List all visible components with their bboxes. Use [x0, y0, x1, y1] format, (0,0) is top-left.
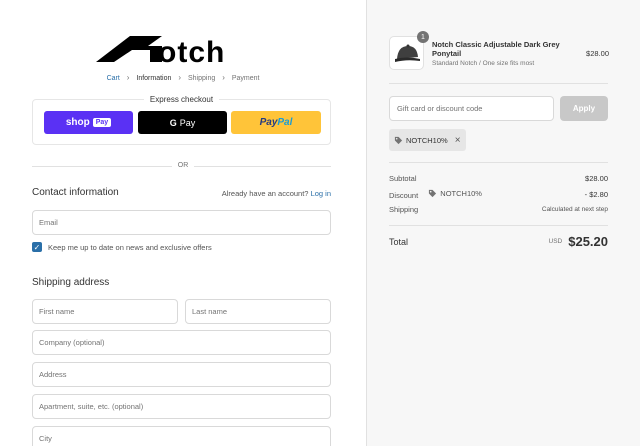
chevron-right-icon: ›: [222, 73, 225, 82]
first-name-placeholder: First name: [39, 307, 75, 316]
contact-information-title: Contact information: [32, 187, 119, 198]
email-field[interactable]: Email: [32, 210, 331, 235]
shipping-value: Calculated at next step: [541, 206, 608, 213]
breadcrumb-payment: Payment: [231, 75, 260, 82]
paypal-label-b: Pal: [277, 117, 293, 128]
tag-icon: [394, 136, 403, 144]
applied-discount-chip: NOTCH10% ×: [389, 129, 466, 151]
apartment-field[interactable]: Apartment, suite, etc. (optional): [32, 394, 331, 419]
company-placeholder: Company (optional): [39, 338, 105, 347]
shipping-row: Shipping Calculated at next step: [389, 205, 608, 214]
city-placeholder: City: [39, 434, 52, 443]
express-checkout: Express checkout shop Pay G Pay Pay Pal: [32, 95, 331, 145]
svg-text:otch: otch: [158, 36, 225, 66]
notch-logo: otch: [96, 36, 225, 66]
checkmark-icon[interactable]: ✓: [32, 242, 42, 252]
address-placeholder: Address: [39, 370, 67, 379]
total-amount: $25.20: [568, 234, 608, 249]
summary-divider: [389, 83, 608, 84]
newsletter-label: Keep me up to date on news and exclusive…: [48, 242, 212, 252]
breadcrumb: Cart › Information › Shipping › Payment: [0, 73, 366, 82]
applied-code: NOTCH10%: [406, 135, 448, 145]
address-field[interactable]: Address: [32, 362, 331, 387]
apartment-placeholder: Apartment, suite, etc. (optional): [39, 402, 144, 411]
discount-code-input[interactable]: Gift card or discount code: [389, 96, 554, 121]
tag-icon: [429, 189, 437, 198]
account-prompt-text: Already have an account?: [221, 189, 309, 198]
paypal-label-a: Pay: [259, 117, 278, 128]
email-placeholder: Email: [39, 218, 58, 227]
shop-pay-button[interactable]: shop Pay: [44, 111, 133, 134]
breadcrumb-information: Information: [136, 75, 172, 82]
breadcrumb-shipping: Shipping: [187, 75, 216, 82]
summary-divider: [389, 162, 608, 163]
chevron-right-icon: ›: [178, 73, 182, 82]
or-label: OR: [171, 162, 195, 169]
remove-discount-close-icon[interactable]: ×: [455, 135, 461, 146]
product-variant: Standard Notch / One size fits most: [432, 60, 535, 67]
google-pay-button[interactable]: G Pay: [138, 111, 227, 134]
total-row: Total USD $25.20: [389, 234, 608, 249]
shipping-label: Shipping: [389, 205, 419, 214]
last-name-placeholder: Last name: [192, 307, 228, 316]
subtotal-label: Subtotal: [389, 174, 417, 183]
google-icon: G: [169, 117, 177, 128]
first-name-field[interactable]: First name: [32, 299, 178, 324]
discount-code: NOTCH10%: [440, 189, 482, 198]
total-label: Total: [389, 236, 409, 247]
last-name-field[interactable]: Last name: [185, 299, 331, 324]
apply-button[interactable]: Apply: [560, 96, 608, 121]
login-link[interactable]: Log in: [311, 189, 331, 198]
subtotal-row: Subtotal $28.00: [389, 174, 608, 183]
newsletter-option[interactable]: ✓ Keep me up to date on news and exclusi…: [32, 242, 212, 252]
discount-label: Discount: [389, 191, 419, 200]
account-prompt: Already have an account? Log in: [222, 189, 331, 198]
cart-item: 1 Notch Classic Adjustable Dark Grey Pon…: [389, 31, 609, 70]
quantity-badge: 1: [417, 31, 429, 43]
paypal-button[interactable]: Pay Pal: [231, 111, 321, 134]
company-field[interactable]: Company (optional): [32, 330, 331, 355]
breadcrumb-cart[interactable]: Cart: [107, 75, 120, 82]
currency-code: USD: [548, 238, 563, 245]
shipping-address-title: Shipping address: [32, 277, 110, 288]
google-pay-label: Pay: [179, 117, 196, 128]
discount-placeholder: Gift card or discount code: [397, 104, 483, 113]
product-name: Notch Classic Adjustable Dark Grey Ponyt…: [432, 40, 560, 58]
shop-pay-label: shop: [65, 117, 90, 128]
subtotal-value: $28.00: [585, 174, 608, 183]
express-checkout-title: Express checkout: [143, 95, 220, 104]
checkout-main: otch Cart › Information › Shipping › Pay…: [0, 0, 366, 446]
discount-row: Discount NOTCH10% - $2.80: [389, 189, 608, 200]
city-field[interactable]: City: [32, 426, 331, 446]
product-price: $28.00: [586, 49, 609, 58]
discount-value: - $2.80: [584, 190, 608, 199]
summary-divider: [389, 225, 608, 226]
chevron-right-icon: ›: [126, 73, 130, 82]
shop-pay-pill: Pay: [92, 118, 112, 127]
